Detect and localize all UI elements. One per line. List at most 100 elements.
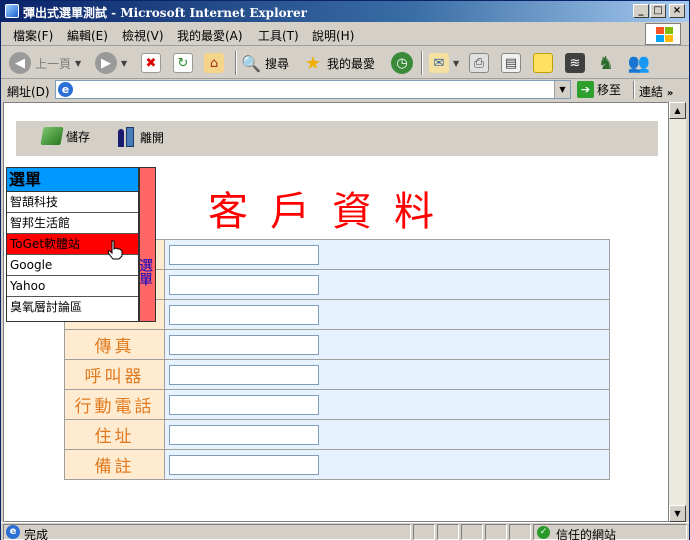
form-row: 行動電話	[64, 389, 610, 420]
chevron-down-icon[interactable]: ▼	[75, 59, 81, 68]
messenger-button[interactable]: 👥	[628, 50, 650, 76]
vertical-scrollbar[interactable]: ▲ ▼	[669, 102, 686, 522]
popup-item[interactable]: 臭氧層討論區	[7, 297, 138, 318]
windows-logo-icon	[645, 23, 681, 45]
favorites-button[interactable]: ★ 我的最愛	[303, 50, 375, 76]
popup-menu-tab[interactable]: 選單	[137, 167, 156, 322]
status-text: 完成	[24, 528, 49, 540]
field-input-2[interactable]	[169, 274, 319, 295]
address-input[interactable]: e ▼	[55, 80, 571, 99]
standard-toolbar: ◀ 上一頁 ▼ ▶ ▼ ✖ ↻ ⌂ 🔍 搜尋 ★ 我的最愛 ◷ ✉ ▼ ⎙ ▤ …	[1, 47, 689, 79]
edit-page-icon: ▤	[501, 53, 521, 73]
chevron-down-icon[interactable]: ▼	[453, 59, 459, 68]
field-input-1[interactable]	[169, 244, 319, 265]
close-button[interactable]: ×	[669, 4, 685, 18]
menu-edit[interactable]: 編輯(E)	[67, 27, 108, 44]
search-icon: 🔍	[241, 53, 261, 73]
menu-help[interactable]: 說明(H)	[312, 27, 354, 44]
research-button[interactable]: ≋	[565, 50, 585, 76]
save-label: 儲存	[66, 129, 91, 144]
field-cell	[164, 239, 610, 270]
note-icon	[533, 53, 553, 73]
field-cell	[164, 329, 610, 360]
messenger-ghost-button[interactable]: ♞	[596, 50, 616, 76]
search-label: 搜尋	[265, 56, 290, 71]
status-main-cell: e 完成	[3, 524, 411, 540]
save-button[interactable]: 儲存	[40, 127, 91, 145]
maximize-button[interactable]: □	[650, 4, 666, 18]
refresh-icon: ↻	[173, 53, 193, 73]
status-bar: e 完成 ✓ 信任的網站	[1, 522, 689, 540]
popup-menu: 選單 智頡科技 智邦生活館 ToGet軟體站 Google Yahoo 臭氧層討…	[6, 167, 156, 322]
security-zone: 信任的網站	[556, 528, 617, 540]
back-button[interactable]: ◀ 上一頁 ▼	[9, 50, 81, 76]
home-button[interactable]: ⌂	[204, 50, 224, 76]
address-field-input[interactable]	[169, 424, 319, 445]
minimize-button[interactable]: _	[633, 4, 649, 18]
forward-button[interactable]: ▶ ▼	[95, 50, 127, 76]
toolbar-separator	[421, 51, 423, 75]
go-label: 移至	[597, 83, 622, 97]
field-cell	[164, 359, 610, 390]
popup-item[interactable]: 智頡科技	[7, 192, 138, 213]
stop-icon: ✖	[141, 53, 161, 73]
search-button[interactable]: 🔍 搜尋	[241, 50, 289, 76]
note-input[interactable]	[169, 454, 319, 475]
address-bar: 網址(D) e ▼ ➔ 移至 連結 »	[1, 79, 689, 101]
menu-file[interactable]: 檔案(F)	[13, 27, 53, 44]
edit-button[interactable]: ▤	[501, 50, 521, 76]
discuss-button[interactable]	[533, 50, 553, 76]
leave-label: 離開	[140, 130, 165, 145]
popup-item[interactable]: Yahoo	[7, 276, 138, 297]
pager-input[interactable]	[169, 364, 319, 385]
window-title: 彈出式選單測試 - Microsoft Internet Explorer	[23, 6, 307, 20]
browser-window: 彈出式選單測試 - Microsoft Internet Explorer _ …	[0, 0, 690, 540]
menu-view[interactable]: 檢視(V)	[122, 27, 164, 44]
scroll-down-icon[interactable]: ▼	[669, 505, 686, 522]
links-button[interactable]: 連結 »	[639, 83, 673, 100]
mail-button[interactable]: ✉ ▼	[429, 50, 459, 76]
field-cell	[164, 449, 610, 480]
back-arrow-icon: ◀	[9, 52, 31, 74]
forward-arrow-icon: ▶	[95, 52, 117, 74]
leave-button[interactable]: 離開	[118, 127, 164, 147]
chevron-down-icon[interactable]: ▼	[121, 59, 127, 68]
status-cell	[413, 524, 435, 540]
form-row: 備註	[64, 449, 610, 480]
field-cell	[164, 389, 610, 420]
field-input-3[interactable]	[169, 304, 319, 325]
history-button[interactable]: ◷	[391, 50, 413, 76]
fax-input[interactable]	[169, 334, 319, 355]
status-cell	[509, 524, 531, 540]
research-icon: ≋	[565, 53, 585, 73]
menu-tools[interactable]: 工具(T)	[258, 27, 299, 44]
go-button[interactable]: ➔ 移至	[577, 81, 621, 98]
exit-icon	[118, 127, 136, 147]
chevron-right-icon: »	[666, 88, 674, 99]
page-heading: 客戶資料	[208, 189, 456, 235]
form-row: 呼叫器	[64, 359, 610, 390]
print-button[interactable]: ⎙	[469, 50, 489, 76]
links-label: 連結	[639, 85, 664, 99]
stop-button[interactable]: ✖	[141, 50, 161, 76]
star-icon: ★	[304, 52, 322, 74]
printer-icon: ⎙	[469, 53, 489, 73]
menu-favorites[interactable]: 我的最愛(A)	[177, 27, 243, 44]
back-label: 上一頁	[35, 56, 72, 71]
security-zone-cell: ✓ 信任的網站	[533, 524, 687, 540]
scroll-up-icon[interactable]: ▲	[669, 102, 686, 119]
address-separator	[633, 81, 635, 99]
mobile-input[interactable]	[169, 394, 319, 415]
mobile-label: 行動電話	[64, 389, 165, 420]
go-arrow-icon: ➔	[577, 81, 594, 98]
pager-label: 呼叫器	[64, 359, 165, 390]
refresh-button[interactable]: ↻	[173, 50, 193, 76]
toolbar-separator	[235, 51, 237, 75]
chevron-down-icon[interactable]: ▼	[554, 81, 570, 98]
form-row: 傳真	[64, 329, 610, 360]
popup-item[interactable]: 智邦生活館	[7, 213, 138, 234]
page-content: 儲存 離開 客戶資料 傳真 呼叫器 行動電話 住址 備註 選單 智頡科技 智邦生…	[3, 102, 669, 522]
hand-cursor-icon	[107, 240, 123, 260]
ie-window-icon[interactable]	[5, 4, 19, 18]
form-row: 住址	[64, 419, 610, 450]
